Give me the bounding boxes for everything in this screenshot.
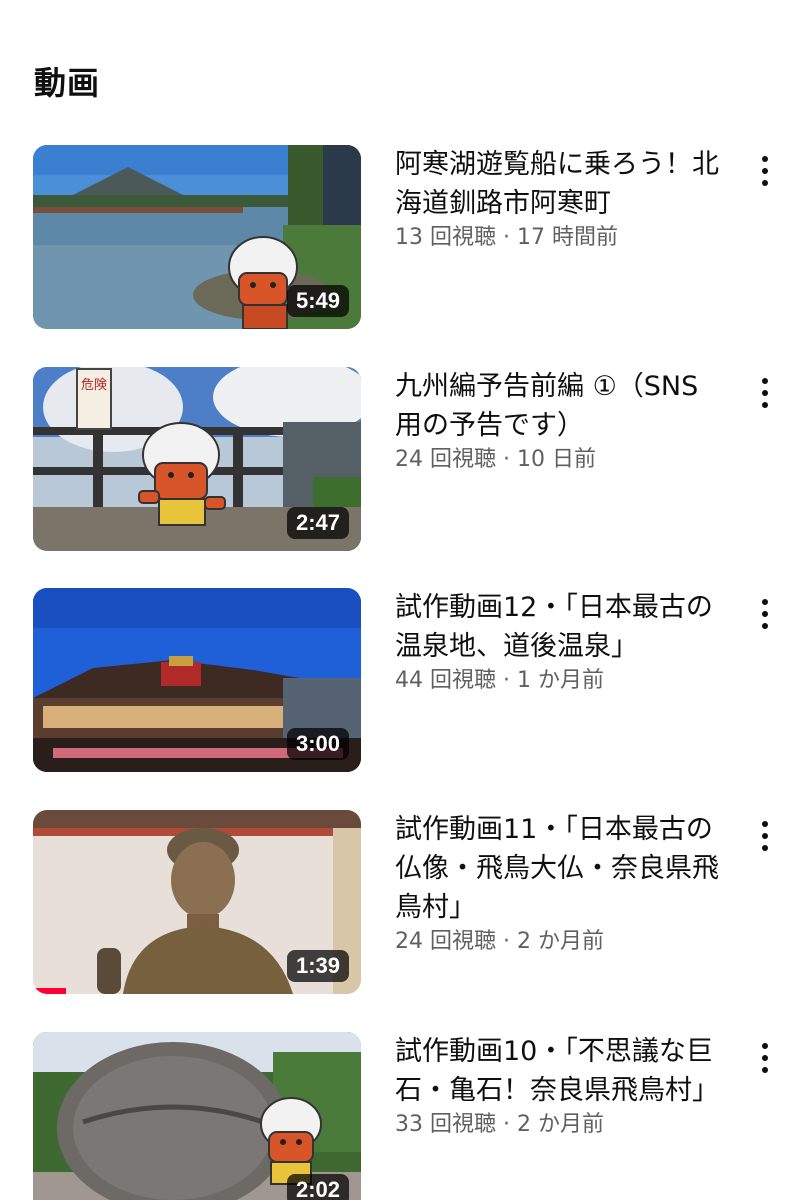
more-vert-icon[interactable] — [752, 818, 778, 854]
video-thumbnail[interactable]: 2:02 — [33, 1032, 361, 1200]
video-duration: 5:49 — [286, 285, 349, 317]
video-title[interactable]: 試作動画11・「日本最古の仏像・飛鳥大仏・奈良県飛鳥村」 — [395, 810, 725, 927]
view-count: 24 回視聴 — [395, 929, 496, 954]
meta-separator: · — [496, 929, 517, 954]
video-title[interactable]: 阿寒湖遊覧船に乗ろう！北海道釧路市阿寒町 — [395, 145, 725, 223]
video-meta: 33 回視聴 · 2 か月前 — [395, 1110, 725, 1140]
view-count: 44 回視聴 — [395, 668, 496, 693]
video-meta: 24 回視聴 · 2 か月前 — [395, 927, 725, 957]
video-duration: 2:02 — [286, 1174, 349, 1200]
video-title[interactable]: 試作動画12・「日本最古の温泉地、道後温泉」 — [395, 588, 725, 666]
video-meta: 24 回視聴 · 10 日前 — [395, 445, 725, 475]
view-count: 13 回視聴 — [395, 225, 496, 250]
video-thumbnail[interactable]: 5:49 — [33, 145, 361, 329]
video-duration: 3:00 — [286, 728, 349, 760]
video-thumbnail[interactable]: 危険 2:47 — [33, 367, 361, 551]
watch-progress-bar — [33, 988, 66, 994]
upload-age: 2 か月前 — [516, 929, 604, 954]
video-title[interactable]: 九州編予告前編 ①（SNS用の予告です） — [395, 367, 725, 445]
video-item[interactable]: 2:02 試作動画10・「不思議な巨石・亀石！奈良県飛鳥村」 33 回視聴 · … — [0, 1032, 806, 1200]
view-count: 24 回視聴 — [395, 447, 496, 472]
meta-separator: · — [496, 1112, 517, 1137]
video-info[interactable]: 九州編予告前編 ①（SNS用の予告です） 24 回視聴 · 10 日前 — [395, 367, 725, 475]
more-vert-icon[interactable] — [752, 596, 778, 632]
upload-age: 1 か月前 — [516, 668, 604, 693]
more-vert-icon[interactable] — [752, 1040, 778, 1076]
upload-age: 10 日前 — [516, 447, 596, 472]
video-item[interactable]: 危険 2:47 九州編予告前編 ①（SNS用の予告です） 24 回視聴 · 10… — [0, 367, 806, 557]
meta-separator: · — [496, 225, 517, 250]
video-thumbnail[interactable]: 1:39 — [33, 810, 361, 994]
video-info[interactable]: 試作動画12・「日本最古の温泉地、道後温泉」 44 回視聴 · 1 か月前 — [395, 588, 725, 696]
video-item[interactable]: 3:00 試作動画12・「日本最古の温泉地、道後温泉」 44 回視聴 · 1 か… — [0, 588, 806, 778]
video-title[interactable]: 試作動画10・「不思議な巨石・亀石！奈良県飛鳥村」 — [395, 1032, 725, 1110]
section-title: 動画 — [34, 64, 101, 102]
video-thumbnail[interactable]: 3:00 — [33, 588, 361, 772]
upload-age: 17 時間前 — [516, 225, 618, 250]
video-info[interactable]: 試作動画11・「日本最古の仏像・飛鳥大仏・奈良県飛鳥村」 24 回視聴 · 2 … — [395, 810, 725, 957]
video-meta: 44 回視聴 · 1 か月前 — [395, 666, 725, 696]
view-count: 33 回視聴 — [395, 1112, 496, 1137]
danger-sign-text: 危険 — [81, 378, 107, 393]
video-item[interactable]: 1:39 試作動画11・「日本最古の仏像・飛鳥大仏・奈良県飛鳥村」 24 回視聴… — [0, 810, 806, 1000]
video-info[interactable]: 試作動画10・「不思議な巨石・亀石！奈良県飛鳥村」 33 回視聴 · 2 か月前 — [395, 1032, 725, 1140]
more-vert-icon[interactable] — [752, 153, 778, 189]
video-duration: 1:39 — [286, 950, 349, 982]
upload-age: 2 か月前 — [516, 1112, 604, 1137]
video-list-page: 動画 5:49 阿寒湖遊覧船に乗ろう！北海道釧路市阿寒町 13 回視聴 · 17… — [0, 0, 806, 1200]
video-item[interactable]: 5:49 阿寒湖遊覧船に乗ろう！北海道釧路市阿寒町 13 回視聴 · 17 時間… — [0, 145, 806, 335]
video-info[interactable]: 阿寒湖遊覧船に乗ろう！北海道釧路市阿寒町 13 回視聴 · 17 時間前 — [395, 145, 725, 253]
meta-separator: · — [496, 447, 517, 472]
video-duration: 2:47 — [286, 507, 349, 539]
more-vert-icon[interactable] — [752, 375, 778, 411]
video-meta: 13 回視聴 · 17 時間前 — [395, 223, 725, 253]
meta-separator: · — [496, 668, 517, 693]
